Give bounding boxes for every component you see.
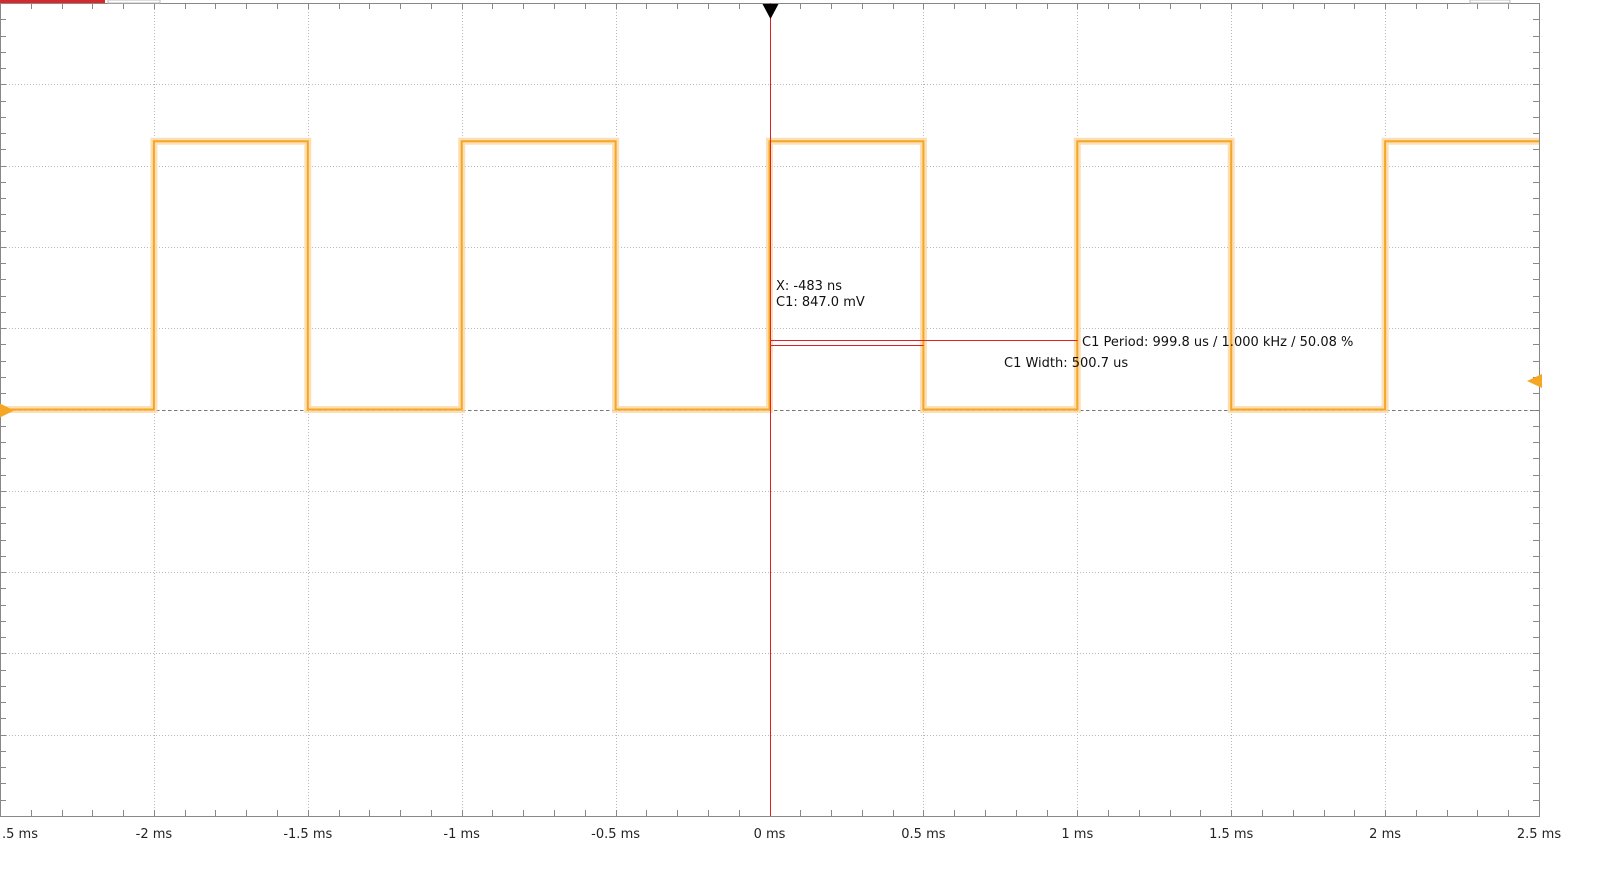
x-tick-label: .5 ms [2, 827, 38, 842]
x-axis-tick-labels: .5 ms -2 ms -1.5 ms -1 ms -0.5 ms 0 ms 0.5 ms 1… [2, 827, 1561, 842]
trace-line [0, 140, 1539, 411]
x-tick-label: 0.5 ms [901, 827, 945, 842]
toolbar-tab-right[interactable] [1469, 0, 1511, 4]
x-tick-label: 1 ms [1061, 827, 1093, 842]
measurement-width: C1 Width: 500.7 us [1004, 356, 1128, 371]
trace-c1 [0, 137, 1540, 413]
x-tick-label: -1.5 ms [283, 827, 332, 842]
trigger-level-marker [1527, 374, 1542, 388]
toolbar-tab[interactable] [107, 0, 161, 4]
measurement-period: C1 Period: 999.8 us / 1.000 kHz / 50.08 … [1082, 335, 1353, 350]
trigger-position-marker [762, 4, 779, 19]
cursor-c1-readout: C1: 847.0 mV [776, 295, 865, 310]
x-tick-label: -1 ms [443, 827, 480, 842]
x-tick-label: 1.5 ms [1209, 827, 1253, 842]
x-tick-label: -0.5 ms [591, 827, 640, 842]
cursor-x-readout: X: -483 ns [776, 279, 842, 294]
x-tick-label: 0 ms [754, 827, 786, 842]
x-tick-label: -2 ms [136, 827, 173, 842]
oscilloscope-display[interactable]: .5 ms -2 ms -1.5 ms -1 ms -0.5 ms 0 ms 0.5 ms 1… [0, 0, 1619, 875]
x-tick-label: 2 ms [1369, 827, 1401, 842]
channel-ground-marker [0, 403, 14, 418]
toolbar-accent-tab[interactable] [0, 0, 105, 3]
x-tick-label: 2.5 ms [1517, 827, 1561, 842]
